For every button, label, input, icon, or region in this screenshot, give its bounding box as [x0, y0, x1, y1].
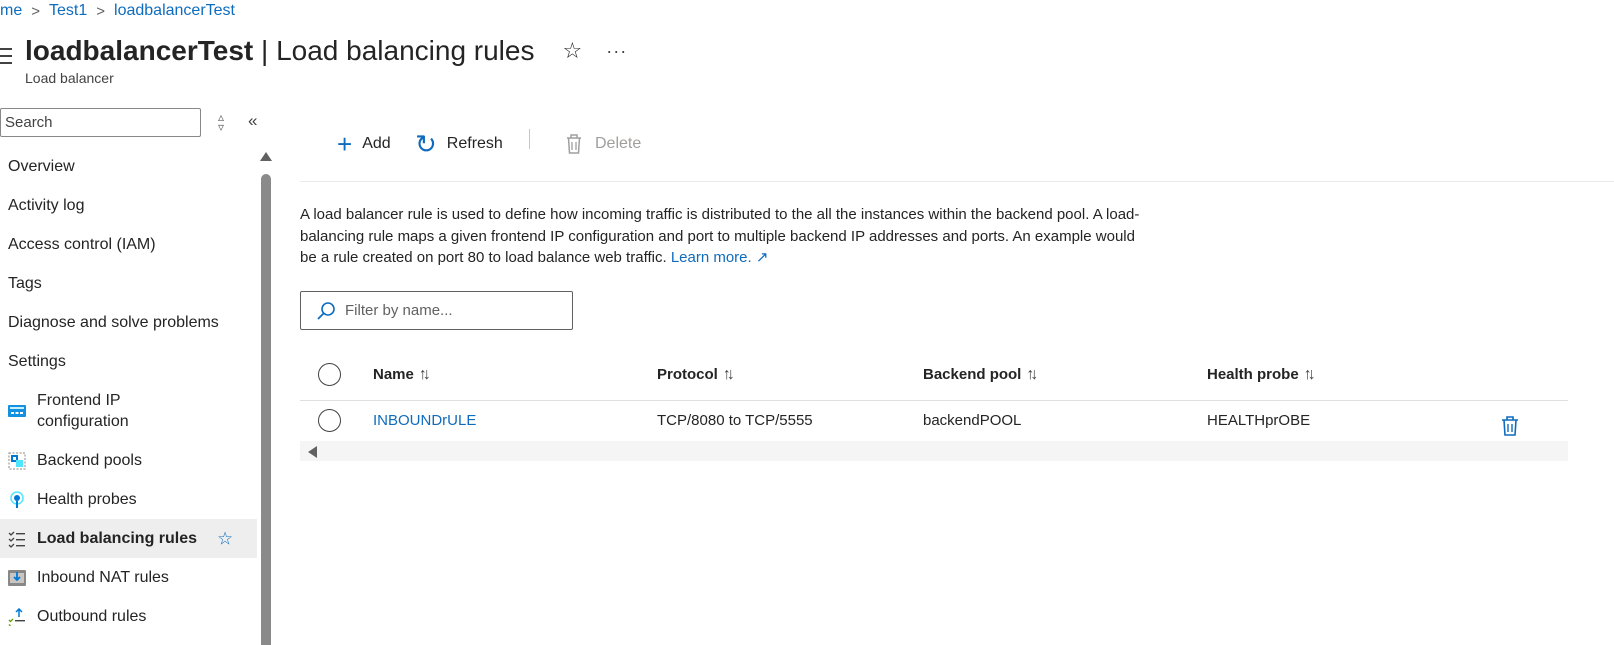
external-link-icon: ↗	[755, 249, 769, 266]
select-all-radio[interactable]	[318, 363, 341, 386]
rule-health-probe: HEALTHprOBE	[1207, 412, 1311, 429]
trash-icon	[567, 134, 581, 154]
add-button[interactable]: + Add	[337, 128, 391, 160]
delete-row-trash-icon[interactable]	[1500, 415, 1520, 437]
sidebar-item-diagnose[interactable]: Diagnose and solve problems	[0, 303, 257, 342]
sidebar-item-label: Backend pools	[37, 451, 142, 469]
page-description: A load balancer rule is used to define h…	[300, 204, 1150, 269]
column-header-health-probe[interactable]: Health probe ↑↓	[1207, 366, 1316, 384]
sidebar-item-label: Activity log	[8, 196, 85, 214]
collapse-sidebar-icon[interactable]: «	[248, 111, 258, 131]
sidebar-item-overview[interactable]: Overview	[0, 147, 257, 186]
table-horizontal-scrollbar[interactable]	[300, 441, 1568, 461]
delete-button[interactable]: Delete	[565, 128, 641, 160]
breadcrumb-test1[interactable]: Test1	[49, 2, 87, 20]
sidebar-item-label: Diagnose and solve problems	[8, 313, 219, 331]
breadcrumb-separator: >	[31, 2, 40, 20]
sidebar-nav: Overview Activity log Access control (IA…	[0, 147, 257, 636]
page-header: loadbalancerTest | Load balancing rules …	[25, 30, 627, 72]
page-title-blade: | Load balancing rules	[253, 35, 535, 66]
row-select-radio[interactable]	[318, 409, 341, 432]
rule-name-link[interactable]: INBOUNDrULE	[373, 412, 476, 429]
sidebar-item-label: Outbound rules	[37, 607, 147, 625]
favorite-star-icon[interactable]: ☆	[217, 528, 233, 549]
star-outline-icon[interactable]: ☆	[562, 38, 582, 64]
resource-type: Load balancer	[25, 70, 114, 86]
sidebar-group-settings[interactable]: Settings	[0, 342, 257, 381]
rule-protocol: TCP/8080 to TCP/5555	[657, 412, 813, 429]
column-header-label: Name	[373, 366, 414, 383]
column-header-backend-pool[interactable]: Backend pool ↑↓	[923, 366, 1038, 384]
table-row[interactable]: INBOUNDrULE TCP/8080 to TCP/5555 backend…	[300, 401, 1568, 441]
rule-backend-pool: backendPOOL	[923, 412, 1022, 429]
sidebar-item-label: Health probes	[37, 490, 137, 508]
sort-arrows-icon: ↑↓	[1026, 366, 1038, 383]
table-header: Name ↑↓ Protocol ↑↓ Backend pool ↑↓ Health …	[300, 352, 1568, 401]
learn-more-label: Learn more.	[670, 249, 752, 266]
refresh-button-label: Refresh	[446, 135, 503, 152]
scroll-left-arrow-icon[interactable]	[308, 446, 317, 458]
sidebar-item-label: Tags	[8, 274, 42, 292]
refresh-button[interactable]: ↻ Refresh	[415, 128, 503, 160]
column-header-name[interactable]: Name ↑↓	[373, 366, 431, 384]
sort-chevron-icon[interactable]: ▵ ▿	[213, 111, 229, 133]
inbound-nat-icon	[8, 569, 26, 586]
learn-more-link[interactable]: Learn more. ↗	[671, 249, 769, 266]
sidebar-item-activity-log[interactable]: Activity log	[0, 186, 257, 225]
breadcrumb-home[interactable]: me	[0, 2, 22, 20]
sidebar-item-outbound-rules[interactable]: Outbound rules	[0, 597, 257, 636]
column-header-label: Health probe	[1207, 366, 1299, 383]
sidebar-item-inbound-nat[interactable]: Inbound NAT rules	[0, 558, 257, 597]
rules-list-icon	[8, 531, 25, 548]
refresh-icon: ↻	[415, 129, 437, 159]
backend-pools-icon	[8, 452, 26, 469]
filter-by-name-input[interactable]	[345, 292, 567, 329]
command-bar: + Add ↻ Refresh Delete	[300, 122, 1614, 182]
column-header-label: Protocol	[657, 366, 718, 383]
sidebar-search-input[interactable]	[0, 108, 201, 137]
sidebar-item-label: Load balancing rules	[37, 529, 198, 547]
sidebar-item-label: Frontend IP configuration	[37, 392, 129, 430]
sidebar-item-label: Overview	[8, 157, 75, 175]
resource-name: loadbalancerTest	[25, 35, 254, 66]
rules-table: Name ↑↓ Protocol ↑↓ Backend pool ↑↓ Health …	[300, 352, 1568, 461]
column-header-protocol[interactable]: Protocol ↑↓	[657, 366, 735, 384]
search-icon	[317, 302, 335, 320]
sort-arrows-icon: ↑↓	[1303, 366, 1316, 383]
breadcrumb: me > Test1 > loadbalancerTest	[0, 0, 235, 22]
column-header-label: Backend pool	[923, 366, 1022, 383]
sidebar-item-access-control[interactable]: Access control (IAM)	[0, 225, 257, 264]
sidebar-item-tags[interactable]: Tags	[0, 264, 257, 303]
sidebar-item-frontend-ip[interactable]: Frontend IP configuration	[0, 381, 257, 441]
add-button-label: Add	[362, 135, 391, 152]
outbound-rules-icon	[8, 607, 25, 626]
page-title: loadbalancerTest | Load balancing rules	[25, 35, 534, 67]
sidebar-scrollbar[interactable]	[260, 152, 272, 645]
plus-icon: +	[337, 129, 353, 159]
breadcrumb-separator: >	[96, 2, 106, 20]
sidebar-group-label: Settings	[8, 352, 66, 370]
sidebar-item-backend-pools[interactable]: Backend pools	[0, 441, 257, 480]
sort-arrows-icon: ↑↓	[418, 366, 431, 383]
sidebar-item-label: Access control (IAM)	[8, 235, 156, 253]
sidebar-item-load-balancing-rules[interactable]: Load balancing rules ☆	[0, 519, 257, 558]
health-probe-icon	[10, 490, 24, 508]
delete-button-label: Delete	[595, 135, 642, 152]
hamburger-menu-icon[interactable]	[0, 48, 12, 70]
sidebar-scroll-thumb[interactable]	[261, 174, 271, 645]
scroll-up-arrow-icon[interactable]	[260, 152, 272, 161]
breadcrumb-loadbalancer[interactable]: loadbalancerTest	[114, 2, 235, 20]
filter-box	[300, 291, 573, 330]
toolbar-divider	[529, 129, 530, 149]
more-options-icon[interactable]: ···	[606, 41, 627, 62]
sidebar-item-label: Inbound NAT rules	[37, 568, 169, 586]
frontend-ip-icon	[8, 405, 26, 417]
sidebar-item-health-probes[interactable]: Health probes	[0, 480, 257, 519]
sort-arrows-icon: ↑↓	[722, 366, 735, 383]
